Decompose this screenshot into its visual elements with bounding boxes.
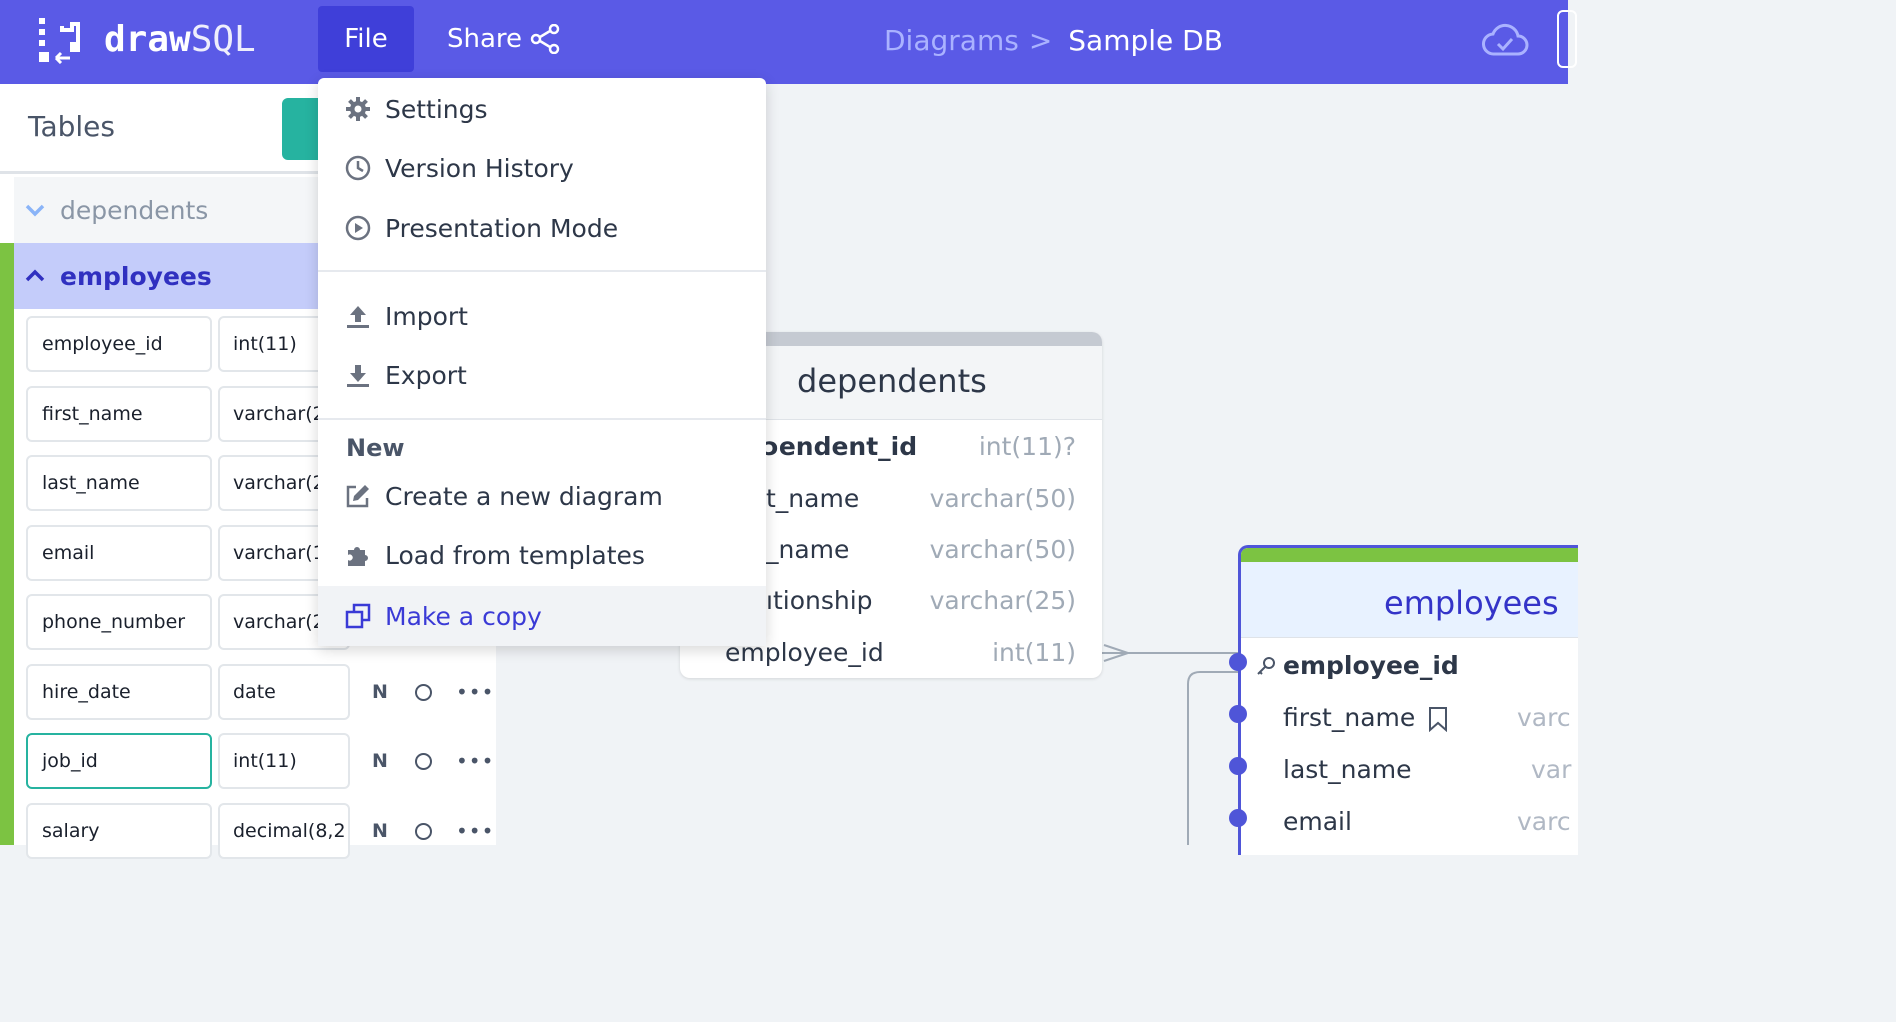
bookmark-icon	[1429, 707, 1447, 732]
field-type: int(11)	[992, 638, 1076, 667]
employees-table-card[interactable]: employees employee_id first_name varc la…	[1238, 545, 1578, 855]
download-icon	[347, 365, 369, 387]
menu-item-settings[interactable]: Settings	[318, 81, 766, 137]
field-name: ıtionship	[766, 586, 873, 615]
menu-item-presentation-mode[interactable]: Presentation Mode	[318, 200, 766, 256]
column-name-input[interactable]: last_name	[26, 455, 212, 511]
sidebar-table-label: employees	[60, 261, 212, 291]
sidebar-table-label: dependents	[60, 195, 209, 225]
table-field-row[interactable]: t_name varchar(50)	[766, 474, 1076, 524]
menu-item-label: Settings	[385, 94, 488, 124]
sidebar-title: Tables	[28, 110, 115, 143]
unique-toggle-icon[interactable]	[415, 683, 432, 701]
chevron-down-icon	[25, 204, 45, 217]
nullable-toggle[interactable]: N	[372, 733, 388, 789]
relation-handle[interactable]	[1229, 705, 1247, 723]
table-color-strip	[1241, 548, 1578, 562]
menu-item-label: Version History	[385, 153, 574, 183]
table-card-title: employees	[1384, 584, 1559, 622]
table-field-row[interactable]: email varc	[1241, 796, 1578, 848]
table-field-row[interactable]: ɔendent_id int(11)?	[764, 422, 1076, 472]
menu-item-label: Load from templates	[385, 540, 645, 570]
menu-item-export[interactable]: Export	[318, 347, 766, 403]
menu-section-new: New	[346, 434, 405, 462]
menu-divider	[318, 418, 766, 420]
field-type: varchar(25)	[929, 586, 1076, 615]
unique-toggle-icon[interactable]	[415, 822, 432, 840]
play-circle-icon	[345, 215, 371, 241]
table-card-title: dependents	[797, 362, 987, 400]
gear-icon	[346, 97, 370, 121]
menu-divider	[318, 270, 766, 272]
copy-icon	[345, 603, 371, 629]
table-field-row[interactable]: employee_id	[1241, 640, 1578, 692]
column-row: hire_date date N •••	[26, 663, 496, 720]
more-options-icon[interactable]: •••	[456, 751, 494, 771]
field-type: varc	[1517, 703, 1571, 732]
menu-item-label: Create a new diagram	[385, 481, 663, 511]
more-options-icon[interactable]: •••	[456, 821, 494, 841]
column-type-select[interactable]: date	[218, 663, 350, 720]
table-color-bar	[0, 243, 14, 845]
table-field-row[interactable]: last_name var	[1241, 744, 1578, 796]
menu-item-label: Import	[385, 301, 468, 331]
field-name: t_name	[766, 484, 860, 513]
column-row: salary decimal(8,2 N •••	[26, 802, 496, 859]
menu-item-make-copy[interactable]: Make a copy	[318, 586, 766, 646]
relation-handle[interactable]	[1229, 653, 1247, 671]
field-name: last_name	[1283, 755, 1412, 784]
field-name: first_name	[1283, 703, 1416, 732]
column-row: job_id int(11) N •••	[26, 733, 496, 789]
file-dropdown-menu: Settings Version History Presentation Mo…	[318, 78, 766, 646]
column-type-select[interactable]: int(11)	[218, 733, 350, 789]
unique-toggle-icon[interactable]	[415, 753, 432, 770]
chevron-up-icon	[25, 269, 45, 282]
table-field-row[interactable]: employee_id int(11)	[725, 628, 1076, 678]
relation-handle[interactable]	[1229, 757, 1247, 775]
field-type: varchar(50)	[929, 484, 1076, 513]
menu-item-label: Make a copy	[385, 601, 542, 631]
field-type: int(11)?	[978, 432, 1076, 461]
field-type: varchar(50)	[929, 535, 1076, 564]
column-name-input[interactable]: employee_id	[26, 316, 212, 372]
menu-item-label: Export	[385, 360, 467, 390]
column-name-input[interactable]: first_name	[26, 385, 212, 442]
field-name: _name	[766, 535, 850, 564]
menu-item-import[interactable]: Import	[318, 288, 766, 344]
edit-icon	[346, 485, 369, 508]
upload-icon	[347, 306, 369, 328]
clock-icon	[345, 155, 371, 181]
field-name: email	[1283, 807, 1352, 836]
field-type: varc	[1517, 807, 1571, 836]
column-name-input[interactable]: hire_date	[26, 663, 212, 720]
menu-item-label: Presentation Mode	[385, 213, 619, 243]
column-type-select[interactable]: decimal(8,2	[218, 802, 350, 859]
column-name-input[interactable]: phone_number	[26, 594, 212, 650]
column-name-input[interactable]: salary	[26, 802, 212, 859]
field-name: ɔendent_id	[764, 432, 918, 461]
more-options-icon[interactable]: •••	[456, 682, 494, 702]
table-field-row[interactable]: ıtionship varchar(25)	[766, 576, 1076, 626]
table-field-row[interactable]: _name varchar(50)	[766, 525, 1076, 575]
menu-item-create-new-diagram[interactable]: Create a new diagram	[318, 468, 766, 524]
menu-item-version-history[interactable]: Version History	[318, 140, 766, 196]
nullable-toggle[interactable]: N	[372, 803, 388, 859]
menu-item-load-templates[interactable]: Load from templates	[318, 527, 766, 583]
primary-key-icon	[1257, 657, 1275, 675]
puzzle-icon	[348, 547, 368, 566]
field-name: employee_id	[1283, 651, 1459, 680]
relation-handle[interactable]	[1229, 809, 1247, 827]
column-name-input[interactable]: job_id	[26, 733, 212, 789]
nullable-toggle[interactable]: N	[372, 664, 388, 720]
column-name-input[interactable]: email	[26, 524, 212, 581]
table-field-row[interactable]: first_name varc	[1241, 692, 1578, 744]
field-type: var	[1531, 755, 1572, 784]
